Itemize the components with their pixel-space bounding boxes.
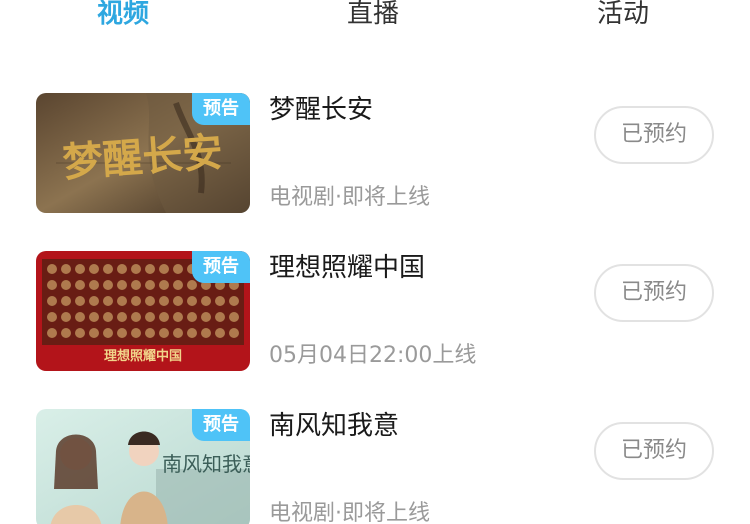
category-tabs: 视频 直播 活动	[0, 0, 750, 40]
tab-video[interactable]: 视频	[97, 0, 149, 34]
item-title[interactable]: 南风知我意	[269, 409, 399, 443]
item-meta: 05月04日22:00上线	[269, 343, 477, 368]
poster-thumbnail[interactable]: 南风知我意 预告	[36, 409, 250, 524]
list-item[interactable]: 理想照耀中国 预告 理想照耀中国 05月04日22:00上线 已预约	[0, 251, 750, 381]
tab-live[interactable]: 直播	[347, 0, 399, 34]
poster-text: 理想照耀中国	[104, 348, 182, 364]
preview-badge: 预告	[192, 409, 250, 441]
poster-thumbnail[interactable]: 理想照耀中国 预告	[36, 251, 250, 371]
preview-badge: 预告	[192, 93, 250, 125]
reserved-button[interactable]: 已预约	[594, 106, 714, 164]
reserved-button[interactable]: 已预约	[594, 264, 714, 322]
list-item[interactable]: 南风知我意 预告 南风知我意 电视剧·即将上线 已预约	[0, 409, 750, 524]
reservation-page: 视频 直播 活动 梦醒长安 预告 梦醒长安 电视剧·即将上线 已预约 理想照耀中…	[0, 0, 750, 524]
item-title[interactable]: 理想照耀中国	[269, 251, 425, 285]
reserved-button[interactable]: 已预约	[594, 422, 714, 480]
item-meta: 电视剧·即将上线	[269, 501, 430, 524]
item-title[interactable]: 梦醒长安	[269, 93, 373, 127]
poster-text: 梦醒长安	[61, 128, 224, 186]
list-item[interactable]: 梦醒长安 预告 梦醒长安 电视剧·即将上线 已预约	[0, 93, 750, 223]
poster-text: 南风知我意	[162, 452, 250, 476]
poster-thumbnail[interactable]: 梦醒长安 预告	[36, 93, 250, 213]
item-meta: 电视剧·即将上线	[269, 185, 430, 210]
preview-badge: 预告	[192, 251, 250, 283]
tab-activity[interactable]: 活动	[597, 0, 649, 34]
